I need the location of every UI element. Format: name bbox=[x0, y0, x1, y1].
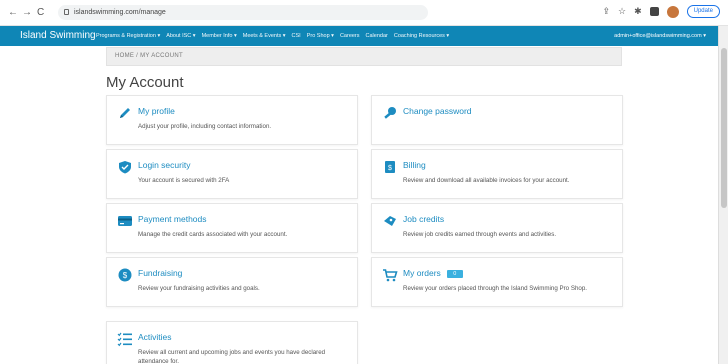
back-icon[interactable]: ← bbox=[8, 7, 18, 19]
card-description: Review your fundraising activities and g… bbox=[138, 285, 260, 292]
card-my-orders[interactable]: My orders 0 Review your orders placed thr… bbox=[371, 257, 623, 307]
cart-icon bbox=[383, 269, 398, 282]
address-text: islandswimming.com/manage bbox=[74, 9, 166, 16]
card-description: Your account is secured with 2FA bbox=[138, 177, 230, 184]
card-description: Manage the credit cards associated with … bbox=[138, 231, 288, 238]
page-scrollbar[interactable] bbox=[718, 26, 728, 364]
card-change-password[interactable]: Change password bbox=[371, 95, 623, 145]
card-payment-methods[interactable]: Payment methods Manage the credit cards … bbox=[106, 203, 358, 253]
sidebar-icon[interactable] bbox=[649, 7, 659, 16]
card-billing[interactable]: $ Billing Review and download all availa… bbox=[371, 149, 623, 199]
menu-item-about[interactable]: About ISC ▾ bbox=[166, 32, 195, 40]
card-title[interactable]: Fundraising bbox=[138, 268, 182, 279]
dollar-icon: $ bbox=[118, 268, 132, 282]
pencil-icon bbox=[120, 108, 130, 118]
browser-toolbar: ← → C islandswimming.com/manage ⇪ ☆ ✱ Up… bbox=[0, 0, 728, 26]
update-button[interactable]: Update bbox=[686, 5, 720, 18]
profile-avatar[interactable] bbox=[666, 5, 679, 18]
star-icon[interactable]: ☆ bbox=[618, 6, 626, 17]
card-description: Review and download all available invoic… bbox=[403, 177, 570, 184]
menu-item-coaching[interactable]: Coaching Resources ▾ bbox=[394, 32, 449, 40]
card-description: Review job credits earned through events… bbox=[403, 231, 557, 238]
invoice-icon: $ bbox=[385, 161, 395, 173]
menu-item-programs[interactable]: Programs & Registration ▾ bbox=[96, 32, 160, 40]
menu-item-meets[interactable]: Meets & Events ▾ bbox=[243, 32, 286, 40]
account-menu[interactable]: admin+office@islandswimming.com ▾ bbox=[614, 32, 706, 40]
shield-icon bbox=[119, 161, 131, 174]
lock-icon bbox=[64, 9, 69, 15]
menu-item-careers[interactable]: Careers bbox=[340, 32, 360, 40]
credit-card-icon bbox=[118, 216, 132, 226]
forward-icon[interactable]: → bbox=[22, 7, 32, 19]
key-icon bbox=[384, 107, 396, 119]
share-icon[interactable]: ⇪ bbox=[602, 6, 610, 17]
page-title: My Account bbox=[106, 74, 184, 91]
scrollbar-thumb[interactable] bbox=[721, 48, 727, 208]
card-description: Adjust your profile, including contact i… bbox=[138, 123, 272, 130]
card-title[interactable]: Activities bbox=[138, 332, 172, 343]
card-login-security[interactable]: Login security Your account is secured w… bbox=[106, 149, 358, 199]
main-menu: Programs & Registration ▾ About ISC ▾ Me… bbox=[96, 32, 449, 40]
site-brand[interactable]: Island Swimming bbox=[20, 30, 96, 42]
svg-text:$: $ bbox=[123, 271, 128, 280]
card-title-text[interactable]: My orders bbox=[403, 268, 441, 278]
extensions-icon[interactable]: ✱ bbox=[634, 6, 642, 17]
card-title[interactable]: Change password bbox=[403, 106, 472, 117]
orders-count-badge: 0 bbox=[446, 269, 463, 278]
site-navbar: Island Swimming Programs & Registration … bbox=[0, 26, 718, 46]
ticket-icon bbox=[384, 216, 396, 226]
card-my-profile[interactable]: My profile Adjust your profile, includin… bbox=[106, 95, 358, 145]
svg-text:$: $ bbox=[388, 165, 392, 172]
card-description: Review all current and upcoming jobs and… bbox=[138, 349, 326, 364]
menu-item-pro-shop[interactable]: Pro Shop ▾ bbox=[307, 32, 334, 40]
menu-item-calendar[interactable]: Calendar bbox=[366, 32, 388, 40]
menu-item-csi[interactable]: CSI bbox=[292, 32, 301, 40]
card-description: Review your orders placed through the Is… bbox=[403, 285, 587, 292]
card-fundraising[interactable]: $ Fundraising Review your fundraising ac… bbox=[106, 257, 358, 307]
card-job-credits[interactable]: Job credits Review job credits earned th… bbox=[371, 203, 623, 253]
card-activities[interactable]: Activities Review all current and upcomi… bbox=[106, 321, 358, 364]
breadcrumb: HOME / MY ACCOUNT bbox=[106, 47, 622, 66]
card-title[interactable]: My orders 0 bbox=[403, 268, 463, 279]
card-title[interactable]: Payment methods bbox=[138, 214, 207, 225]
address-bar[interactable]: islandswimming.com/manage bbox=[58, 5, 428, 20]
card-title[interactable]: Job credits bbox=[403, 214, 444, 225]
reload-icon[interactable]: C bbox=[37, 7, 44, 19]
card-title[interactable]: Billing bbox=[403, 160, 426, 171]
menu-item-member-info[interactable]: Member Info ▾ bbox=[202, 32, 237, 40]
card-title[interactable]: Login security bbox=[138, 160, 190, 171]
card-title[interactable]: My profile bbox=[138, 106, 175, 117]
checklist-icon bbox=[117, 332, 132, 347]
